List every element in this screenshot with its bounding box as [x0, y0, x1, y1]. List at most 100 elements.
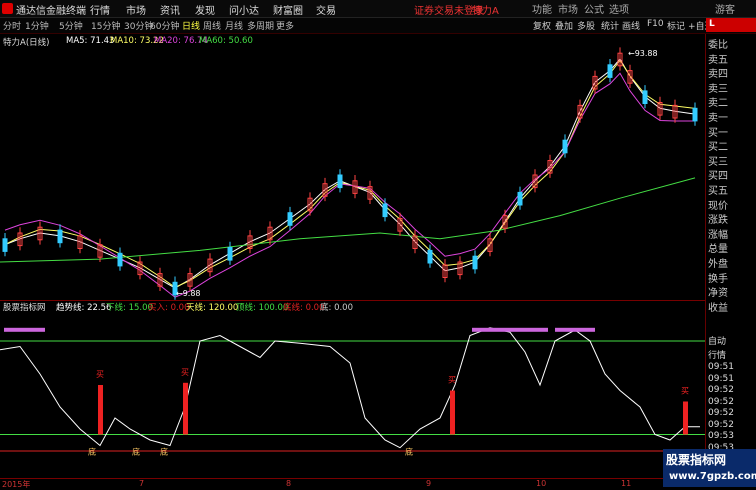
- high-price-label: ←93.88: [628, 49, 658, 58]
- x-label-2015: 2015年: [2, 480, 31, 489]
- trade-time: 09:51: [708, 362, 734, 372]
- buy-bar: [450, 390, 455, 435]
- menu-item-caifuquan[interactable]: 财富圈: [273, 2, 303, 17]
- quote-row-label: 买二: [708, 142, 728, 154]
- candle-body: [427, 249, 433, 264]
- sky-zone-band: [472, 327, 548, 332]
- quote-row-label: 外盘: [708, 259, 728, 270]
- candle-body: [57, 229, 63, 244]
- buy-bar: [683, 401, 688, 435]
- trade-time: 09:53: [708, 431, 734, 441]
- period-15min[interactable]: 15分钟: [91, 19, 120, 32]
- indicator-svg: 买买买买底底底底: [0, 327, 705, 456]
- auto-mode-label[interactable]: 自动: [708, 334, 726, 347]
- stock-tab[interactable]: 特力A: [472, 2, 499, 17]
- candle-body: [337, 174, 343, 189]
- period-5min[interactable]: 5分钟: [59, 19, 83, 32]
- watermark-logo: 股票指标网 www.7gpzb.com: [663, 449, 756, 487]
- menu-item-market[interactable]: 行情: [90, 2, 110, 17]
- kline-chart[interactable]: 特力A(日线) MA5: 71.43 MA10: 73.22 MA20: 76.…: [0, 34, 731, 300]
- quote-row-label: 买四: [708, 171, 728, 183]
- candle-body: [117, 252, 123, 267]
- candle-body: [2, 238, 8, 252]
- guest-label[interactable]: 游客: [715, 1, 735, 16]
- period-monthly[interactable]: 月线: [225, 19, 243, 32]
- f10-button[interactable]: F10: [647, 19, 664, 29]
- quote-row-label: 买五: [708, 186, 728, 197]
- app-logo-icon: [2, 3, 13, 14]
- buy-signal-label: 买: [448, 376, 456, 385]
- draw-button[interactable]: 画线: [622, 19, 640, 32]
- buy-bar: [183, 382, 188, 435]
- quote-row-label: 收益: [708, 302, 728, 314]
- trade-time: 09:52: [708, 408, 734, 418]
- period-weekly[interactable]: 周线: [203, 19, 221, 32]
- trend-line: [0, 327, 700, 449]
- quote-row-label: 买一: [708, 127, 728, 139]
- quote-row-label: 涨跌: [708, 215, 728, 227]
- period-60min[interactable]: 60分钟: [150, 19, 179, 32]
- watermark-url: www.7gpzb.com: [669, 471, 756, 482]
- ma20-line: [4, 72, 696, 298]
- period-more[interactable]: 更多: [276, 19, 294, 32]
- quote-row-label: 卖二: [708, 98, 728, 110]
- ma10-line: [4, 59, 696, 288]
- quote-row-label: 买三: [708, 156, 728, 168]
- function-menu[interactable]: 功能: [532, 1, 552, 16]
- title-bar: 通达信金融终端 行情 市场 资讯 发现 问小达 财富圈 交易 证券交易未登录 特…: [0, 0, 756, 18]
- panel-header: L: [706, 18, 756, 32]
- menu-item-trade[interactable]: 交易: [316, 2, 336, 17]
- mark-button[interactable]: 标记: [667, 19, 685, 32]
- candle-body: [517, 191, 523, 206]
- period-daily[interactable]: 日线: [182, 19, 200, 32]
- watermark-title: 股票指标网: [666, 453, 727, 467]
- trade-time: 09:51: [708, 373, 734, 384]
- quote-row-label: 卖五: [708, 54, 728, 66]
- fuquan-button[interactable]: 复权: [533, 19, 551, 32]
- candle-body: [472, 255, 478, 270]
- quote-row-label: 卖一: [708, 113, 728, 124]
- candle-body: [562, 139, 568, 154]
- quote-row-label: 现价: [708, 200, 728, 212]
- market-menu[interactable]: 市场: [558, 1, 578, 16]
- candle-body: [287, 212, 293, 226]
- period-multi[interactable]: 多周期: [247, 19, 274, 32]
- candle-body: [607, 64, 613, 78]
- buy-signal-label: 买: [681, 387, 689, 396]
- period-toolbar: 分时 1分钟 5分钟 15分钟 30分钟 60分钟 日线 周线 月线 多周期 更…: [0, 18, 756, 34]
- period-1min[interactable]: 1分钟: [25, 19, 49, 32]
- stats-button[interactable]: 统计: [601, 19, 619, 32]
- menu-item-wenxiaoda[interactable]: 问小达: [229, 2, 259, 17]
- trade-time: 09:52: [708, 385, 734, 395]
- bottom-signal-label: 底: [405, 446, 413, 456]
- buy-signal-label: 买: [181, 368, 189, 377]
- indicator-chart[interactable]: 股票指标网 趋势线: 22.56 下线: 15.00 买入: 0.00 天线: …: [0, 300, 705, 479]
- formula-menu[interactable]: 公式: [584, 1, 604, 16]
- buy-signal-label: 买: [96, 370, 104, 379]
- quote-row-label: 净资: [708, 288, 728, 300]
- period-fenshi[interactable]: 分时: [3, 19, 21, 32]
- multi-stock-button[interactable]: 多股: [577, 19, 595, 32]
- quote-row-label: 委比: [708, 40, 728, 51]
- candle-body: [642, 90, 648, 105]
- candle-body: [382, 203, 388, 218]
- trade-time: 09:52: [708, 396, 734, 407]
- menu-item-market-list[interactable]: 市场: [126, 2, 146, 17]
- candle-body: [227, 247, 233, 261]
- candle-body: [692, 107, 698, 122]
- overlay-button[interactable]: 叠加: [555, 19, 573, 32]
- bottom-signal-label: 底: [132, 446, 140, 456]
- app-name: 通达信金融终端: [16, 6, 86, 17]
- options-menu[interactable]: 选项: [609, 1, 629, 16]
- quote-row-label: 总量: [708, 244, 728, 256]
- bottom-signal-label: 底: [160, 446, 168, 456]
- quote-mode-label[interactable]: 行情: [708, 348, 726, 361]
- menu-item-news[interactable]: 资讯: [160, 2, 180, 17]
- trade-time: 09:52: [708, 419, 734, 430]
- menu-item-discover[interactable]: 发现: [195, 2, 215, 17]
- sky-zone-band: [555, 327, 595, 332]
- sky-zone-band: [4, 327, 45, 332]
- quote-row-label: 换手: [708, 273, 728, 285]
- ma60-line: [0, 177, 696, 263]
- kline-svg: ←93.88 ←9.88: [0, 47, 698, 300]
